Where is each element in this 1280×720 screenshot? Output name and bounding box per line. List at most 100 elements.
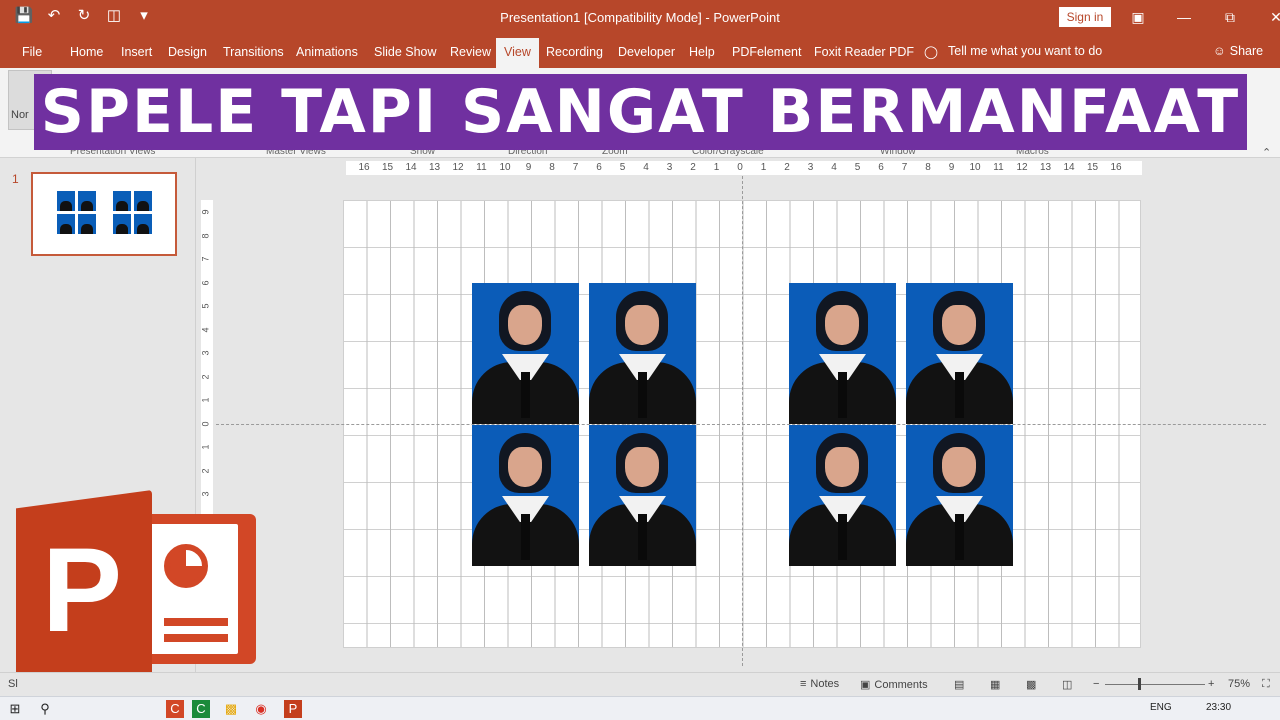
zoom-slider-thumb[interactable] — [1138, 678, 1141, 690]
tab-help[interactable]: Help — [689, 45, 715, 59]
ruler-tick-label: 13 — [428, 162, 441, 173]
tab-view[interactable]: View — [496, 38, 539, 68]
person-icon: ☺ — [1213, 44, 1226, 58]
face — [825, 305, 859, 345]
slide-number: 1 — [12, 172, 19, 186]
vertical-guide[interactable] — [742, 176, 743, 666]
slideshow-view-icon[interactable]: ◫ — [1062, 678, 1072, 691]
notes-button[interactable]: ≡ Notes — [800, 678, 839, 690]
ruler-tick-label: 9 — [200, 209, 211, 215]
windows-start-icon[interactable]: ⊞ — [6, 700, 24, 718]
search-icon[interactable]: ⚲ — [36, 700, 54, 718]
tie — [638, 514, 647, 560]
close-icon[interactable]: ✕ — [1264, 6, 1280, 28]
powerpoint-taskbar-icon[interactable]: P — [284, 700, 302, 718]
ruler-tick-label: 8 — [925, 162, 931, 173]
ruler-tick-label: 1 — [200, 397, 211, 403]
ruler-tick-label: 4 — [200, 326, 211, 333]
tell-me-search[interactable]: ◯ Tell me what you want to do — [924, 44, 1102, 59]
clock[interactable]: 23:30 — [1206, 702, 1231, 713]
passport-photo[interactable] — [789, 425, 896, 566]
restore-icon[interactable]: ⧉ — [1218, 6, 1242, 28]
ruler-tick-label: 12 — [1016, 162, 1028, 173]
windows-taskbar: ⊞ ⚲ C C ▩ ◉ P ENG 23:30 — [0, 696, 1280, 720]
zoom-in-button[interactable]: + — [1208, 678, 1214, 690]
face — [508, 447, 542, 487]
ruler-tick-label: 1 — [760, 162, 767, 173]
ruler-tick-label: 7 — [200, 256, 211, 262]
ruler-tick-label: 8 — [200, 232, 211, 239]
undo-icon[interactable]: ↶ — [44, 6, 64, 26]
share-button[interactable]: ☺ Share — [1213, 44, 1263, 58]
tab-home[interactable]: Home — [70, 45, 103, 59]
ruler-tick-label: 2 — [690, 162, 696, 173]
collapse-ribbon-icon[interactable]: ⌃ — [1262, 146, 1271, 159]
passport-photo[interactable] — [906, 283, 1013, 424]
thumb-photo — [113, 214, 131, 234]
thumb-photo — [78, 214, 96, 234]
ruler-tick-label: 7 — [572, 162, 579, 173]
tie — [521, 514, 530, 560]
minimize-icon[interactable]: — — [1172, 6, 1196, 28]
face — [825, 447, 859, 487]
horizontal-guide[interactable] — [216, 424, 1266, 425]
logo-pie-icon — [164, 544, 208, 588]
tab-foxit-reader-pdf[interactable]: Foxit Reader PDF — [814, 45, 914, 59]
slide-thumbnail[interactable] — [31, 172, 177, 256]
passport-photo[interactable] — [472, 425, 579, 566]
tab-slide-show[interactable]: Slide Show — [374, 45, 437, 59]
passport-photo[interactable] — [472, 283, 579, 424]
tab-developer[interactable]: Developer — [618, 45, 675, 59]
vertical-ruler: 9876543210123 — [201, 200, 213, 518]
passport-photo[interactable] — [906, 425, 1013, 566]
tab-design[interactable]: Design — [168, 45, 207, 59]
zoom-slider[interactable] — [1105, 684, 1205, 685]
app-icon[interactable]: C — [192, 700, 210, 718]
ruler-tick-label: 2 — [784, 162, 790, 173]
tab-recording[interactable]: Recording — [546, 45, 603, 59]
save-icon[interactable]: 💾 — [14, 6, 34, 26]
comments-button[interactable]: ▣ Comments — [860, 678, 928, 692]
thumb-photo — [134, 214, 152, 234]
present-icon[interactable]: ◫ — [104, 6, 124, 26]
tab-pdfelement[interactable]: PDFelement — [732, 45, 801, 59]
ruler-tick-label: 0 — [200, 420, 211, 427]
language-indicator[interactable]: ENG — [1150, 702, 1172, 713]
fit-to-window-icon[interactable]: ⛶ — [1262, 678, 1270, 691]
file-explorer-icon[interactable]: ▩ — [222, 700, 240, 718]
sign-in-button[interactable]: Sign in — [1059, 7, 1111, 27]
tab-transitions[interactable]: Transitions — [223, 45, 284, 59]
passport-photo[interactable] — [589, 425, 696, 566]
reading-view-icon[interactable]: ▩ — [1026, 678, 1036, 691]
ruler-tick-label: 5 — [200, 303, 211, 309]
ruler-tick-label: 4 — [643, 162, 649, 173]
passport-photo[interactable] — [789, 283, 896, 424]
customize-icon[interactable]: ▾ — [134, 6, 154, 26]
chrome-icon[interactable]: ◉ — [252, 700, 270, 718]
ruler-tick-label: 3 — [200, 350, 211, 356]
thumb-photo — [113, 191, 131, 211]
tell-me-text: Tell me what you want to do — [948, 44, 1103, 58]
tab-review[interactable]: Review — [450, 45, 491, 59]
passport-photo[interactable] — [589, 283, 696, 424]
window-controls: ▣ — ⧉ ✕ — [1126, 6, 1280, 28]
ruler-tick-label: 14 — [1063, 162, 1075, 173]
normal-view-icon[interactable]: ▤ — [954, 678, 964, 691]
thumb-photo — [134, 191, 152, 211]
ruler-tick-label: 10 — [499, 162, 511, 173]
ribbon-display-icon[interactable]: ▣ — [1126, 6, 1150, 28]
ruler-tick-label: 11 — [993, 162, 1004, 173]
quick-access-toolbar: 💾 ↶ ↻ ◫ ▾ — [14, 6, 154, 26]
ruler-tick-label: 11 — [476, 162, 487, 173]
title-bar: 💾 ↶ ↻ ◫ ▾ Presentation1 [Compatibility M… — [0, 0, 1280, 36]
tab-animations[interactable]: Animations — [296, 45, 358, 59]
tab-insert[interactable]: Insert — [121, 45, 152, 59]
zoom-out-button[interactable]: − — [1093, 678, 1099, 690]
zoom-level[interactable]: 75% — [1228, 678, 1250, 690]
redo-icon[interactable]: ↻ — [74, 6, 94, 26]
app-icon[interactable]: C — [166, 700, 184, 718]
ruler-tick-label: 9 — [525, 162, 532, 173]
face — [508, 305, 542, 345]
slide-sorter-icon[interactable]: ▦ — [990, 678, 1000, 691]
tab-file[interactable]: File — [22, 45, 42, 59]
